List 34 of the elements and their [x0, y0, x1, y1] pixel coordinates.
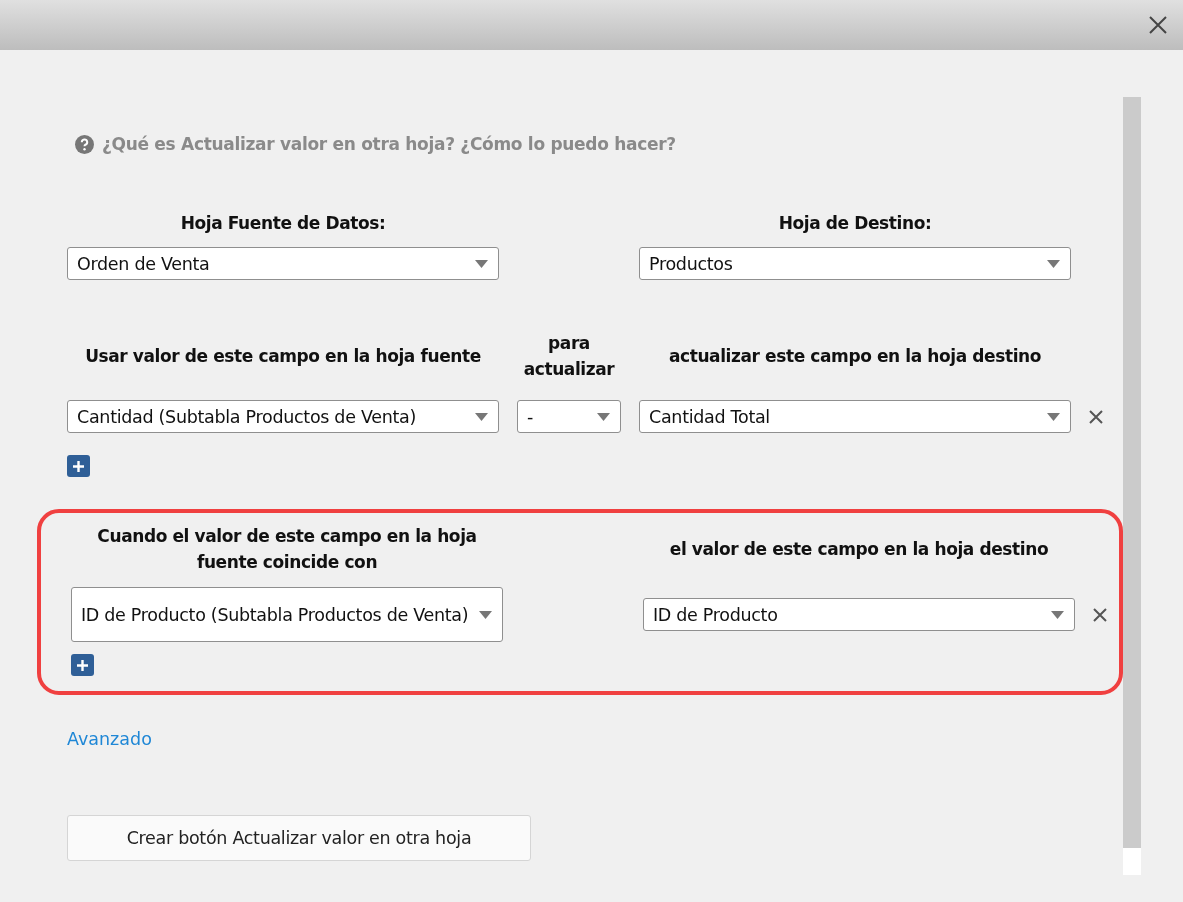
caret-icon: [475, 259, 488, 268]
add-button[interactable]: [67, 455, 90, 477]
close-icon: [1089, 409, 1103, 424]
dropdown[interactable]: ID de Producto (Subtabla Productos de Venta): [71, 587, 503, 642]
field-label: Hoja Fuente de Datos:: [179, 212, 387, 235]
scrollbar[interactable]: [1123, 97, 1141, 875]
caret-icon: [475, 412, 488, 421]
caret-icon: [1047, 412, 1060, 421]
column-header: el valor de este campo en la hoja destino: [668, 538, 1050, 561]
add-button[interactable]: [71, 654, 94, 676]
close-icon: [1149, 16, 1167, 34]
plus-icon: [73, 460, 84, 472]
dropdown[interactable]: Productos: [639, 247, 1071, 280]
plus-icon: [77, 659, 88, 671]
caret-icon: [597, 412, 610, 421]
caret-icon: [1047, 259, 1060, 268]
remove-button[interactable]: [1089, 409, 1105, 424]
caret-icon: [479, 610, 492, 619]
column-header: para actualizar: [522, 332, 616, 381]
dropdown[interactable]: Cantidad Total: [639, 400, 1071, 433]
remove-button[interactable]: [1093, 607, 1109, 622]
close-button[interactable]: [1147, 14, 1169, 36]
column-header: Cuando el valor de este campo en la hoja fuente coincide con: [96, 525, 478, 574]
dropdown[interactable]: Cantidad (Subtabla Productos de Venta): [67, 400, 499, 433]
field-label: Hoja de Destino:: [777, 212, 933, 235]
close-icon: [1093, 607, 1107, 622]
dropdown[interactable]: ID de Producto: [643, 598, 1075, 631]
dropdown[interactable]: Orden de Venta: [67, 247, 499, 280]
help-icon: [75, 134, 94, 154]
column-header: Usar valor de este campo en la hoja fuente: [84, 345, 482, 368]
dropdown[interactable]: -: [517, 400, 621, 433]
caret-icon: [1051, 610, 1064, 619]
create-button[interactable]: Crear botón Actualizar valor en otra hoja: [67, 815, 531, 861]
column-header: actualizar este campo en la hoja destino: [667, 345, 1043, 368]
